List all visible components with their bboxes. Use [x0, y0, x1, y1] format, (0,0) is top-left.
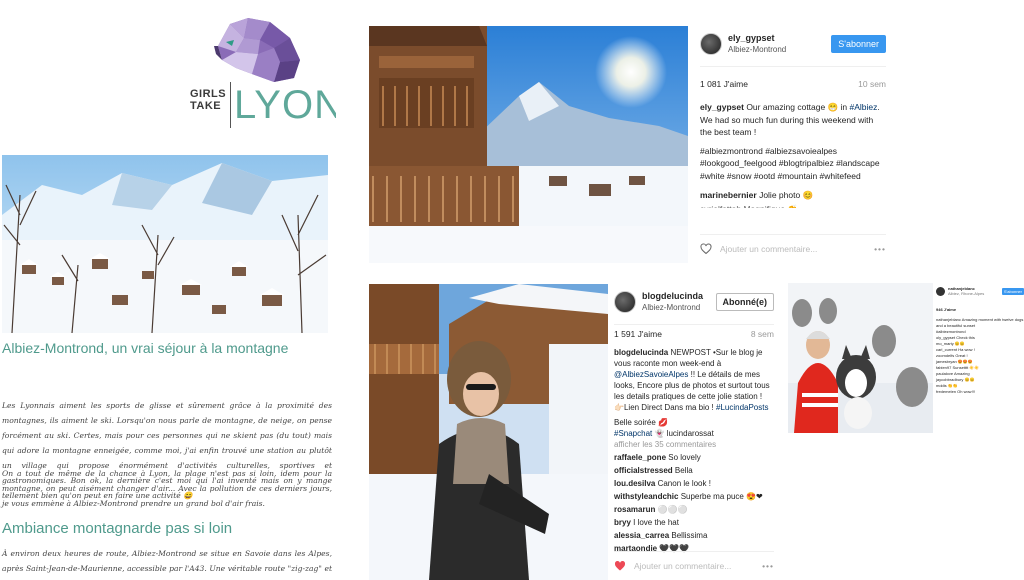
logo-lyon: LYON — [234, 83, 336, 127]
comment: bryy I love the hat — [614, 516, 774, 529]
comment: nathanjeblanc Amazing moment with twelve… — [936, 317, 1024, 328]
comment-username[interactable]: raffaele_pone — [614, 453, 666, 462]
comment-text: ⚪⚪⚪ — [655, 505, 688, 514]
post-username[interactable]: nathanjeblanc Albiez, Rhone-Alpes — [948, 286, 984, 296]
comment-username[interactable]: lou.desilva — [614, 479, 655, 488]
post-header: nathanjeblanc Albiez, Rhone-Alpes S'abon… — [936, 283, 1024, 299]
logo-divider — [230, 82, 231, 128]
add-comment-input[interactable]: Ajouter un commentaire... — [720, 244, 817, 254]
logo-girls-take: GIRLS TAKE — [190, 88, 227, 112]
avatar[interactable] — [700, 33, 722, 55]
comment: withstyleandchic Superbe ma puce 😍❤ — [614, 490, 774, 503]
more-options-icon[interactable]: ••• — [874, 244, 886, 254]
post-header: ely_gypset Albiez-Montrond S'abonner — [700, 26, 886, 62]
post-caption: ely_gypset Our amazing cottage 😁 in #Alb… — [700, 102, 880, 137]
add-comment-bar: Ajouter un commentaire... ••• — [700, 234, 886, 255]
instagram-post-sidebar: ely_gypset Albiez-Montrond S'abonner 1 0… — [700, 26, 886, 263]
follow-button[interactable]: S'abonner — [1001, 287, 1024, 295]
comment-username[interactable]: rosamarun — [614, 505, 655, 514]
post-image-husky[interactable] — [788, 283, 933, 433]
divider — [614, 324, 774, 325]
comment: Belle soirée 💋 #Snapchat 👻 lucindarossat — [614, 418, 714, 438]
avatar[interactable] — [936, 286, 945, 296]
post-location[interactable]: Albiez, Rhone-Alpes — [948, 291, 984, 296]
caption-username[interactable]: blogdelucinda — [614, 348, 668, 357]
post-location[interactable]: Albiez-Montrond — [728, 44, 786, 55]
follow-button[interactable]: S'abonner — [831, 35, 886, 53]
section-heading: Ambiance montagnarde pas si loin — [2, 520, 233, 537]
post-username[interactable]: ely_gypset Albiez-Montrond — [728, 33, 786, 55]
article-paragraph: À environ deux heures de route, Albiez-M… — [2, 549, 332, 580]
avatar[interactable] — [614, 291, 636, 313]
post-image-chalet[interactable] — [369, 26, 688, 263]
hashtag-link[interactable]: #Albiez — [850, 102, 878, 112]
comment-text: Canon le look ! — [655, 479, 711, 488]
comment-text: So lovely — [666, 453, 701, 462]
comment: raffaele_pone So lovely — [614, 451, 774, 464]
post-image-woman-snow[interactable] — [369, 284, 608, 580]
article-title[interactable]: Albiez-Montrond, un vrai séjour à la mon… — [2, 340, 332, 356]
snowy-village-photo — [2, 155, 328, 333]
site-logo[interactable]: GIRLS TAKE LYON — [188, 16, 336, 131]
likes-count[interactable]: 1 081 J'aime — [700, 79, 748, 89]
post-username[interactable]: blogdelucinda Albiez-Montrond — [642, 291, 703, 313]
comments-list: nathanjeblanc Amazing moment with twelve… — [936, 317, 1024, 395]
post-time[interactable]: 10 sem — [858, 79, 886, 89]
comment: alessia_carrea Bellissima — [614, 529, 774, 542]
comment: officialstressed Bella — [614, 464, 774, 477]
likes-count[interactable]: 946 J'aime — [936, 307, 1024, 313]
mention-link[interactable]: @AlbiezSavoieAlpes — [614, 370, 688, 379]
bear-logo-icon — [214, 18, 300, 82]
post-header: blogdelucinda Albiez-Montrond Abonné(e) — [614, 284, 774, 320]
caption-username[interactable]: ely_gypset — [700, 102, 744, 112]
heart-icon[interactable] — [614, 560, 626, 572]
comment-text: Superbe ma puce 😍❤ — [678, 492, 763, 501]
add-comment-input[interactable]: Ajouter un commentaire... — [634, 561, 731, 571]
likes-count[interactable]: 1 591 J'aime — [614, 329, 662, 339]
blog-article: GIRLS TAKE LYON Albiez-Montrond, un vrai… — [0, 0, 336, 580]
comment: fredemelen Oh wow!!! — [936, 389, 975, 394]
comment-username[interactable]: officialstressed — [614, 466, 673, 475]
likes-row: 1 081 J'aime 10 sem — [700, 79, 886, 89]
post-caption: blogdelucinda NEWPOST •Sur le blog je vo… — [614, 348, 770, 412]
article-paragraph: On a tout de même de la chance à Lyon, l… — [2, 469, 332, 508]
likes-row: 1 591 J'aime 8 sem — [614, 329, 774, 339]
post-location[interactable]: Albiez-Montrond — [642, 302, 703, 313]
post-time[interactable]: 8 sem — [751, 329, 774, 339]
comment-text: I love the hat — [630, 518, 679, 527]
hashtags[interactable]: #albiezmontrond #albiezsavoiealpes #look… — [700, 145, 886, 183]
hashtag-link[interactable]: #LucindaPosts — [716, 403, 768, 412]
comment-username[interactable]: bryy — [614, 518, 631, 527]
view-all-comments-link[interactable]: afficher les 35 commentaires — [614, 439, 774, 451]
comment-text: Bella — [672, 466, 693, 475]
comment: lou.desilva Canon le look ! — [614, 477, 774, 490]
divider — [700, 66, 886, 67]
more-options-icon[interactable]: ••• — [762, 561, 774, 571]
comment-username[interactable]: withstyleandchic — [614, 492, 678, 501]
instagram-post-sidebar: nathanjeblanc Albiez, Rhone-Alpes S'abon… — [936, 283, 1024, 433]
instagram-post-sidebar: blogdelucinda Albiez-Montrond Abonné(e) … — [614, 284, 774, 580]
comment-username[interactable]: alessia_carrea — [614, 531, 669, 540]
heart-icon[interactable] — [700, 243, 712, 255]
comment-text: Bellissima — [669, 531, 708, 540]
following-button[interactable]: Abonné(e) — [715, 293, 774, 311]
comment: marinebernier Jolie photo 😊 — [700, 190, 814, 200]
comment: rosamarun ⚪⚪⚪ — [614, 503, 774, 516]
comment: cyrielfattah Magnifique 👏 — [700, 202, 886, 208]
add-comment-bar: Ajouter un commentaire... ••• — [614, 551, 774, 572]
comments-list: raffaele_pone So lovely officialstressed … — [614, 451, 774, 555]
